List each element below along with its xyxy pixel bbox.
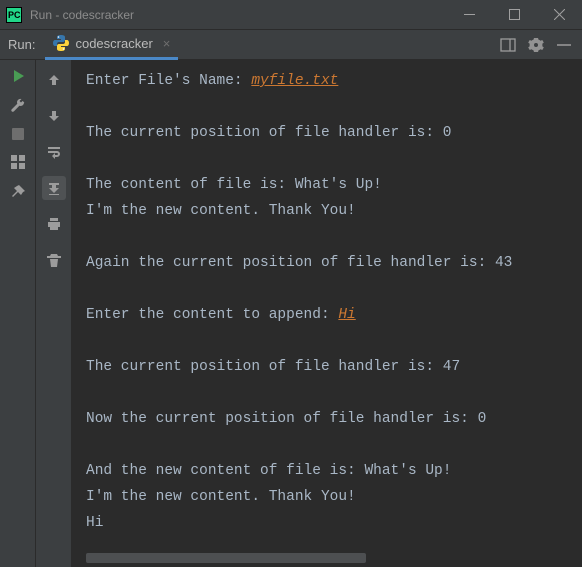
console-line	[86, 224, 582, 250]
console-line	[86, 276, 582, 302]
left-gutter	[0, 60, 36, 567]
console-line: Hi	[86, 510, 582, 536]
console-line: Now the current position of file handler…	[86, 406, 582, 432]
console-line: The current position of file handler is:…	[86, 120, 582, 146]
console-line: And the new content of file is: What's U…	[86, 458, 582, 484]
console-line: Enter the content to append: Hi	[86, 302, 582, 328]
console-line	[86, 380, 582, 406]
console-line: Again the current position of file handl…	[86, 250, 582, 276]
main-area: Enter File's Name: myfile.txt The curren…	[0, 60, 582, 567]
close-button[interactable]	[537, 0, 582, 30]
arrow-up-icon[interactable]	[42, 68, 66, 92]
console-line: The current position of file handler is:…	[86, 354, 582, 380]
scroll-to-end-icon[interactable]	[42, 176, 66, 200]
horizontal-scrollbar[interactable]	[86, 553, 366, 563]
run-toolbar: Run: codescracker ×	[0, 30, 582, 60]
hide-icon[interactable]	[556, 37, 572, 53]
window-title: Run - codescracker	[30, 8, 134, 22]
tab-label: codescracker	[75, 36, 152, 51]
run-label: Run:	[8, 37, 35, 52]
titlebar: PC Run - codescracker	[0, 0, 582, 30]
pycharm-icon: PC	[6, 7, 22, 23]
run-icon[interactable]	[10, 68, 26, 84]
maximize-button[interactable]	[492, 0, 537, 30]
stop-icon[interactable]	[12, 128, 24, 140]
gear-icon[interactable]	[528, 37, 544, 53]
console-line	[86, 94, 582, 120]
minimize-button[interactable]	[447, 0, 492, 30]
print-icon[interactable]	[42, 212, 66, 236]
layout-boxes-icon[interactable]	[10, 154, 26, 170]
console-output[interactable]: Enter File's Name: myfile.txt The curren…	[72, 60, 582, 567]
console-line: Enter File's Name: myfile.txt	[86, 68, 582, 94]
close-tab-icon[interactable]: ×	[163, 36, 171, 51]
mid-gutter	[36, 60, 72, 567]
console-line: I'm the new content. Thank You!	[86, 484, 582, 510]
wrench-icon[interactable]	[10, 98, 26, 114]
console-line	[86, 328, 582, 354]
wrap-icon[interactable]	[42, 140, 66, 164]
python-icon	[53, 35, 69, 51]
run-tab-codescracker[interactable]: codescracker ×	[45, 30, 178, 60]
console-line: The content of file is: What's Up!	[86, 172, 582, 198]
console-line	[86, 432, 582, 458]
layout-icon[interactable]	[500, 37, 516, 53]
console-line	[86, 146, 582, 172]
arrow-down-icon[interactable]	[42, 104, 66, 128]
console-line: I'm the new content. Thank You!	[86, 198, 582, 224]
trash-icon[interactable]	[42, 248, 66, 272]
pin-icon[interactable]	[10, 184, 26, 200]
